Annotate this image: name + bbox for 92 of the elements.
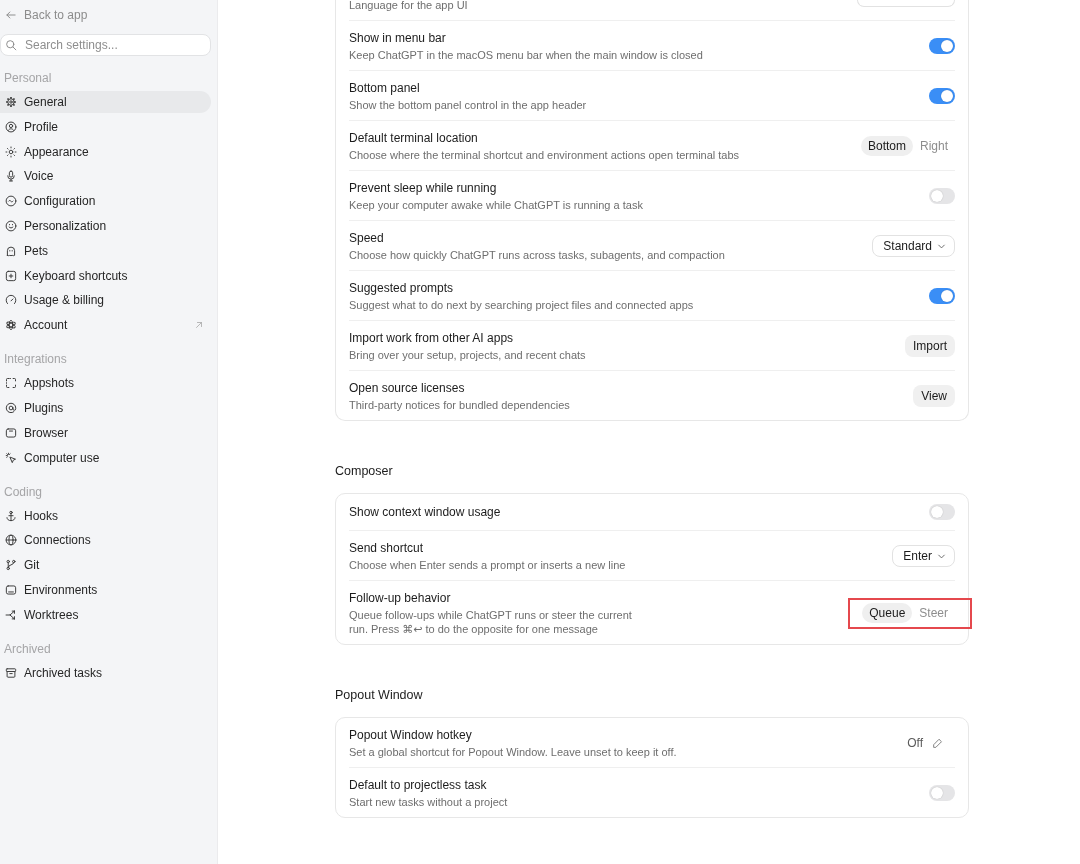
segmented-option[interactable]: Steer	[912, 603, 955, 623]
sidebar-item[interactable]: Pets	[0, 239, 211, 262]
sidebar-item[interactable]: Archived tasks	[0, 661, 211, 684]
setting-description: Set a global shortcut for Popout Window. Leave unset to keep it off.	[349, 745, 678, 759]
smiley-icon	[5, 220, 17, 232]
setting-title: Show in menu bar	[349, 30, 447, 46]
capture-frame-icon	[5, 377, 17, 390]
globe-icon	[5, 534, 17, 547]
toggle-switch[interactable]	[929, 288, 955, 304]
flower-icon	[5, 319, 17, 332]
fork-arrow-icon	[5, 608, 17, 621]
sidebar-item[interactable]: Keyboard shortcuts	[0, 264, 211, 287]
section-label: Personal	[3, 70, 53, 86]
setting-description: Bring over your setup, projects, and recent chats	[349, 348, 587, 362]
setting-title: Prevent sleep while running	[349, 180, 498, 196]
search-icon	[5, 39, 17, 51]
setting-title: Bottom panel	[349, 80, 421, 96]
action-button[interactable]: View	[913, 385, 955, 407]
sidebar-item[interactable]: Worktrees	[0, 603, 211, 626]
section-heading: Popout Window	[335, 687, 424, 703]
sidebar-item[interactable]: Profile	[0, 115, 211, 138]
setting-title: Suggested prompts	[349, 280, 455, 296]
sidebar-item[interactable]: Account	[0, 314, 211, 337]
sidebar-item[interactable]: Hooks	[0, 504, 211, 527]
sidebar-item[interactable]: Appshots	[0, 372, 211, 395]
sidebar-item[interactable]: Voice	[0, 165, 211, 188]
setting-title: Default to projectless task	[349, 777, 488, 793]
setting-title: Follow-up behavior	[349, 590, 452, 606]
microphone-icon	[5, 170, 17, 183]
action-button[interactable]: Import	[905, 335, 955, 357]
plus-square-icon	[5, 269, 17, 282]
profile-icon	[5, 120, 17, 133]
search-field[interactable]: Search settings...	[0, 34, 211, 56]
toggle-switch[interactable]	[929, 504, 955, 520]
chevron-down-icon	[937, 241, 946, 251]
sidebar-item[interactable]: Personalization	[0, 215, 211, 237]
sidebar-item[interactable]: Computer use	[0, 446, 211, 469]
dropdown-button[interactable]: Enter	[892, 545, 955, 567]
cursor-click-icon	[5, 451, 17, 464]
sidebar-item[interactable]: Git	[0, 554, 211, 577]
gauge-icon	[5, 294, 17, 307]
pencil-icon[interactable]	[932, 737, 943, 749]
sidebar-item[interactable]: Configuration	[0, 190, 211, 213]
sidebar-item[interactable]: Browser	[0, 421, 211, 444]
setting-description: Choose where the terminal shortcut and environment actions open terminal tabs	[349, 148, 741, 162]
dropdown-button[interactable]: Standard	[872, 235, 955, 257]
setting-title: Popout Window hotkey	[349, 727, 473, 743]
setting-description: Start new tasks without a project	[349, 795, 509, 809]
sun-icon	[5, 145, 17, 158]
hotkey-value: Off	[907, 736, 923, 750]
sidebar-item[interactable]: Environments	[0, 578, 211, 601]
toggle-switch[interactable]	[929, 38, 955, 54]
setting-description: Show the bottom panel control in the app header	[349, 98, 588, 112]
branch-icon	[5, 559, 17, 572]
setting-description: Third-party notices for bundled dependencies	[349, 398, 571, 412]
setting-description: Language for the app UI	[349, 0, 469, 11]
setting-title: Open source licenses	[349, 380, 466, 396]
archive-icon	[5, 666, 17, 679]
section-heading: Composer	[335, 463, 394, 479]
sidebar-item[interactable]: Plugins	[0, 396, 211, 419]
gear-icon	[5, 96, 17, 108]
setting-description: Queue follow-ups while ChatGPT runs or steer the current run. Press ⌘↩ to do the opposite for one message	[349, 608, 633, 636]
wavy-circle-icon	[5, 195, 17, 208]
ghost-icon	[5, 244, 17, 257]
setting-description: Choose how quickly ChatGPT runs across tasks, subagents, and compaction	[349, 248, 726, 262]
setting-title: Import work from other AI apps	[349, 330, 515, 346]
toggle-switch[interactable]	[929, 88, 955, 104]
sidebar-item[interactable]: Appearance	[0, 140, 211, 163]
browser-window-icon	[5, 426, 17, 439]
setting-title: Speed	[349, 230, 385, 246]
setting-description: Suggest what to do next by searching project files and connected apps	[349, 298, 695, 312]
setting-description: Choose when Enter sends a prompt or inserts a new line	[349, 558, 627, 572]
sidebar-item[interactable]: Usage & billing	[0, 289, 211, 312]
setting-title: Show context window usage	[349, 504, 502, 520]
setting-title: Default terminal location	[349, 130, 479, 146]
section-label: Integrations	[3, 351, 68, 368]
section-label: Archived	[3, 640, 52, 657]
panel-icon	[5, 583, 17, 596]
setting-description: Keep your computer awake while ChatGPT is running a task	[349, 198, 644, 212]
sidebar-item[interactable]: Connections	[0, 529, 211, 552]
segmented-option[interactable]: Bottom	[860, 136, 913, 156]
segmented-option[interactable]: Queue	[862, 603, 913, 623]
setting-description: Keep ChatGPT in the macOS menu bar when the main window is closed	[349, 48, 704, 62]
toggle-switch[interactable]	[929, 188, 955, 204]
sidebar-item[interactable]: General	[0, 91, 211, 113]
section-label: Coding	[3, 483, 44, 500]
at-sign-icon	[5, 401, 17, 414]
chevron-down-icon	[937, 551, 946, 561]
anchor-icon	[5, 509, 17, 522]
back-arrow-icon	[5, 9, 17, 21]
setting-title: Send shortcut	[349, 540, 425, 556]
toggle-switch[interactable]	[929, 785, 955, 801]
